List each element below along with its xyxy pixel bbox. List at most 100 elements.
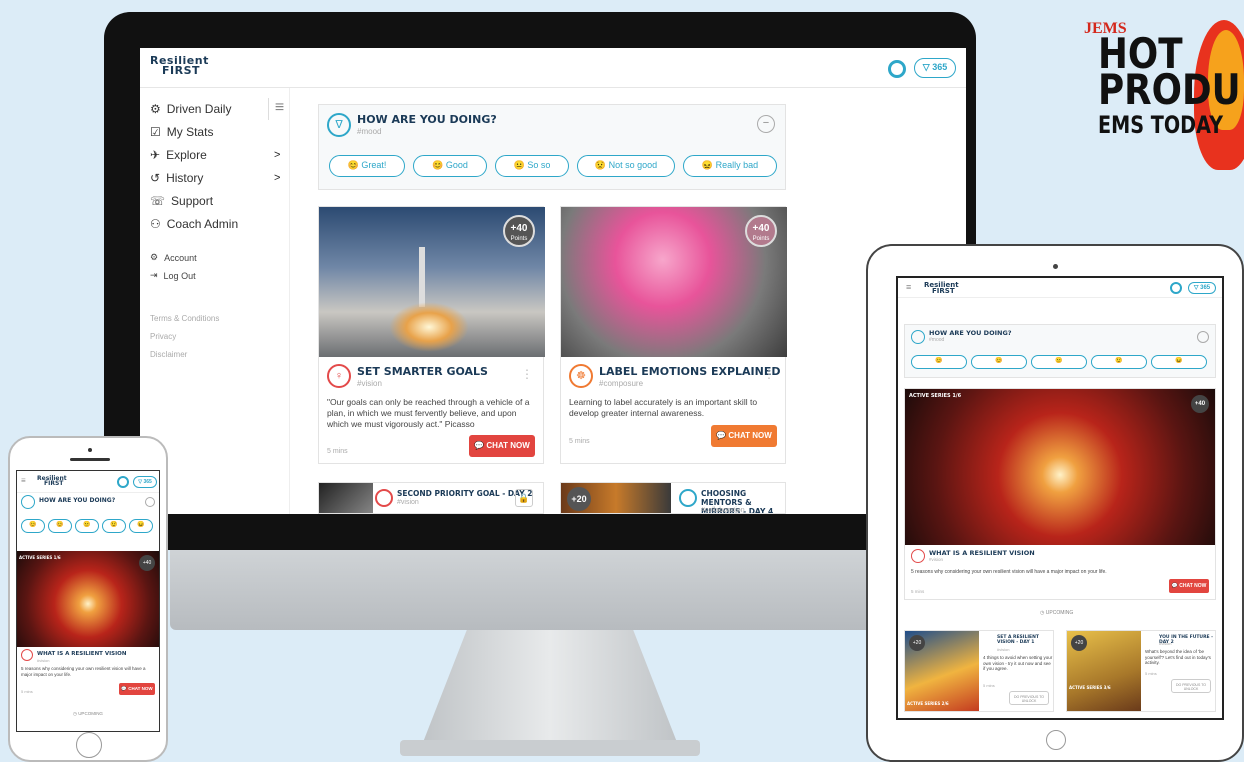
lock-button[interactable]: DO PREVIOUS TO UNLOCK [1171,679,1211,693]
sidebar-item-explore[interactable]: ✈ Explore [150,148,207,162]
sidebar-item-driven-daily[interactable]: ⚙ Driven Daily [150,102,231,116]
coach-admin-icon: ⚇ [150,217,161,231]
sidebar-item-support[interactable]: ☏ Support [150,194,213,208]
collapse-icon[interactable] [1197,331,1209,343]
activity-card-choosing-mentors[interactable]: +20 CHOOSING MENTORS & MIRRORS - DAY 4 #… [560,482,786,514]
chat-now-button[interactable]: 💬 CHAT NOW [469,435,535,457]
monitor-bezel-bottom [140,514,966,550]
progress-ring-icon[interactable] [888,60,906,78]
collapse-icon[interactable]: − [757,115,775,133]
tablet-header: ≡ Resilient FIRST ▽ 365 [898,278,1222,298]
card-tag: #vision [357,379,382,388]
chat-now-button[interactable]: 💬 CHAT NOW [1169,579,1209,593]
activity-card-set-smarter-goals[interactable]: +40 Points ♀ SET SMARTER GOALS #vision ⋮ … [318,206,545,464]
more-options-icon[interactable]: ⋮ [763,367,775,381]
card-title: WHAT IS A RESILIENT VISION [37,651,127,657]
activity-card-label-emotions[interactable]: +40 Points ☸ LABEL EMOTIONS EXPLAINED #co… [560,206,787,464]
mood-option-not-so-good[interactable]: 😟 Not so good [577,155,675,177]
tablet-camera [1053,264,1058,269]
mood-option-so-so[interactable]: 😐 [1031,355,1087,369]
hot-air-balloon-image [17,551,159,647]
chevron-right-icon[interactable]: > [274,172,280,184]
points-pill[interactable]: ▽ 365 [914,58,956,78]
tablet-screen: ≡ Resilient FIRST ▽ 365 HOW ARE YOU DOING… [896,276,1224,720]
mood-option-not-so-good[interactable]: 😟 [102,519,126,533]
points-pill[interactable]: ▽ 365 [133,476,157,488]
mood-option-good[interactable]: 😊 Good [413,155,487,177]
mood-card: HOW ARE YOU DOING? #mood 😊 😊 😐 😟 😖 [904,324,1216,378]
menu-icon[interactable]: ≡ [906,282,911,292]
progress-ring-icon[interactable] [117,476,129,488]
menu-icon[interactable]: ≡ [21,476,26,485]
terms-link[interactable]: Terms & Conditions [150,314,219,323]
collaboration-icon [679,489,697,507]
app-logo[interactable]: Resilient FIRST [150,55,209,76]
disclaimer-link[interactable]: Disclaimer [150,350,187,359]
feature-card[interactable]: ACTIVE SERIES 1/6 +40 WHAT IS A RESILIEN… [904,388,1216,600]
mood-title: HOW ARE YOU DOING? [929,329,1012,337]
sidebar-item-logout[interactable]: ⇥ Log Out [150,270,196,281]
sidebar-item-coach-admin[interactable]: ⚇ Coach Admin [150,217,238,231]
progress-ring-icon[interactable] [1170,282,1182,294]
mood-title: HOW ARE YOU DOING? [357,113,497,126]
stats-icon: ☑ [150,125,161,139]
series-label: ACTIVE SERIES 3/6 [1069,685,1111,690]
mood-title: HOW ARE YOU DOING? [39,497,116,504]
driven-daily-icon: ⚙ [150,102,161,116]
phone-home-button[interactable] [76,732,102,758]
mood-option-so-so[interactable]: 😐 So so [495,155,569,177]
card-description: 5 reasons why considering your own resil… [21,666,146,677]
tablet-home-button[interactable] [1046,730,1066,750]
card-title: SECOND PRIORITY GOAL - DAY 2 [397,489,533,498]
mood-icon: ∇ [327,113,351,137]
product-text: PRODU [1098,65,1241,114]
mood-option-good[interactable]: 😊 [971,355,1027,369]
ems-today-text: EMS TODAY [1098,111,1224,139]
card-duration: 5 mins [983,683,995,688]
app-logo[interactable]: Resilient FIRST [37,476,67,487]
phone-screen: ≡ Resilient FIRST ▽ 365 HOW ARE YOU DOING… [16,470,160,732]
card-title: WHAT IS A RESILIENT VISION [929,549,1035,557]
mood-option-so-so[interactable]: 😐 [75,519,99,533]
card-description: 4 things to avoid when setting your own … [983,655,1053,671]
points-badge: +40 Points [503,215,535,247]
card-duration: 5 mins [1145,671,1157,676]
phone-header: ≡ Resilient FIRST ▽ 365 [17,471,159,493]
mood-option-not-so-good[interactable]: 😟 [1091,355,1147,369]
rocket-flame [389,302,469,352]
sidebar-item-account[interactable]: ⚙ Account [150,252,197,263]
sidebar-item-history[interactable]: ↺ History [150,171,203,185]
activity-card-second-priority-goal[interactable]: SECOND PRIORITY GOAL - DAY 2 #vision 🔒 [318,482,544,514]
upcoming-card-set-resilient-vision[interactable]: +20 ACTIVE SERIES 2/6 SET A RESILIENT VI… [904,630,1054,712]
mood-icon [21,495,35,509]
points-badge: +40 [139,555,155,571]
mood-option-great[interactable]: 😊 Great! [329,155,405,177]
lock-icon[interactable]: 🔒 [515,489,533,507]
mood-option-really-bad[interactable]: 😖 [1151,355,1207,369]
mood-option-really-bad[interactable]: 😖 [129,519,153,533]
history-icon: ↺ [150,171,161,185]
app-logo[interactable]: Resilient FIRST [924,282,959,295]
mood-tag: #mood [357,127,382,136]
mood-option-really-bad[interactable]: 😖 Really bad [683,155,777,177]
phone-camera [88,448,92,452]
collapse-icon[interactable] [145,497,155,507]
chevron-right-icon[interactable]: > [274,149,280,161]
chat-now-button[interactable]: 💬 CHAT NOW [711,425,777,447]
upcoming-card-you-in-the-future[interactable]: +20 ACTIVE SERIES 3/6 YOU IN THE FUTURE … [1066,630,1216,712]
mood-option-good[interactable]: 😊 [48,519,72,533]
mood-option-great[interactable]: 😊 [21,519,45,533]
privacy-link[interactable]: Privacy [150,332,176,341]
menu-icon[interactable]: ≡ [268,98,290,120]
mood-option-great[interactable]: 😊 [911,355,967,369]
card-tag: #vision [397,499,419,506]
points-pill[interactable]: ▽ 365 [1188,282,1216,294]
points-badge: +20 [909,635,925,651]
card-tag: #collaboration [701,507,745,514]
desktop-screen: Resilient FIRST ▽ 365 ⚙ Driven Daily ≡ ☑ My… [140,48,966,514]
vision-icon: ♀ [327,364,351,388]
sidebar-item-my-stats[interactable]: ☑ My Stats [150,125,213,139]
more-options-icon[interactable]: ⋮ [521,367,533,381]
chat-now-button[interactable]: 💬 CHAT NOW [119,683,155,695]
lock-button[interactable]: DO PREVIOUS TO UNLOCK [1009,691,1049,705]
